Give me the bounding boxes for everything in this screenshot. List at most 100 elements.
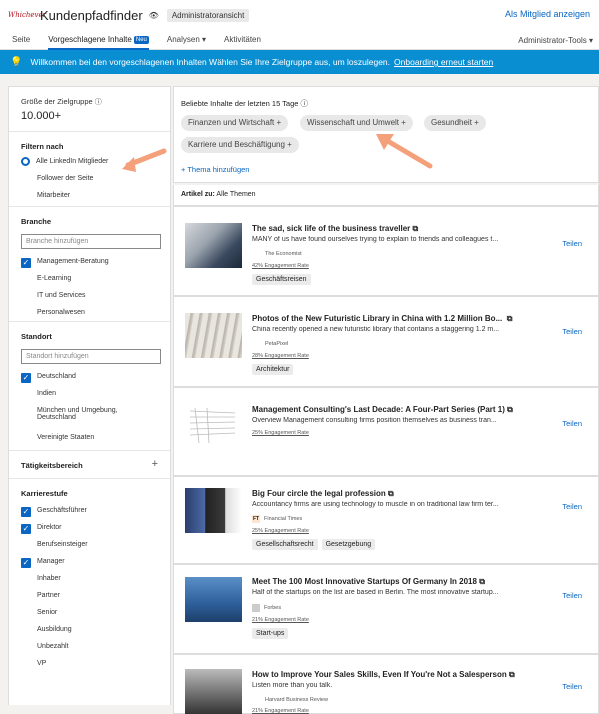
info-icon[interactable]: ⓘ (301, 99, 309, 108)
plus-icon[interactable]: + (152, 458, 158, 478)
topic-pill-career[interactable]: Karriere und Beschäftigung + (181, 137, 299, 153)
checkbox-vp[interactable]: VP (21, 657, 158, 674)
tab-analytics[interactable]: Analysen ▾ (167, 30, 206, 50)
restart-onboarding-link[interactable]: Onboarding erneut starten (394, 57, 493, 67)
article-description: China recently opened a new futuristic l… (252, 326, 500, 333)
article-description: Overview Management consulting firms pos… (252, 417, 497, 424)
engagement-rate-text: 28% Engagement Rate (252, 353, 309, 359)
checkbox-checked-icon: ✓ (21, 558, 31, 568)
external-link-icon: ⧉ (412, 224, 419, 233)
article-title[interactable]: Meet The 100 Most Innovative Startups Of… (252, 577, 485, 587)
checkbox-senior[interactable]: Senior (21, 606, 158, 623)
checkbox-partner[interactable]: Partner (21, 589, 158, 606)
article-card[interactable]: Big Four circle the legal profession ⧉ A… (173, 476, 599, 564)
branche-label: Branche (21, 217, 52, 226)
checkbox-management-beratung[interactable]: ✓ Management-Beratung (21, 255, 158, 272)
article-title-text: The sad, sick life of the business trave… (252, 224, 411, 233)
article-tag[interactable]: Geschäftsreisen (252, 274, 311, 285)
branche-input[interactable]: Branche hinzufügen (21, 234, 161, 249)
share-button[interactable]: Teilen (562, 502, 582, 511)
checkbox-direktor[interactable]: ✓ Direktor (21, 521, 158, 538)
article-tag[interactable]: Architektur (252, 364, 294, 375)
checkbox-checked-icon: ✓ (21, 258, 31, 268)
tab-activities[interactable]: Aktivitäten (224, 30, 261, 50)
new-badge: Neu (133, 35, 149, 44)
checkbox-ausbildung[interactable]: Ausbildung (21, 623, 158, 640)
standort-input[interactable]: Standort hinzufügen (21, 349, 161, 364)
engagement-rate-text: 42% Engagement Rate (252, 263, 309, 269)
external-link-icon: ⧉ (479, 577, 485, 586)
article-title[interactable]: Big Four circle the legal profession ⧉ (252, 489, 394, 499)
article-thumbnail[interactable] (185, 577, 242, 622)
source-name: Forbes (264, 605, 282, 611)
share-button[interactable]: Teilen (562, 327, 582, 336)
checkbox-usa[interactable]: Vereinigte Staaten (21, 431, 158, 448)
article-description: Half of the startups on the list are bas… (252, 589, 499, 596)
checkbox-personalwesen[interactable]: Personalwesen (21, 306, 158, 323)
checkbox-manager[interactable]: ✓ Manager (21, 555, 158, 572)
checkbox-indien[interactable]: Indien (21, 387, 158, 404)
article-tag[interactable]: Start-ups (252, 628, 289, 639)
checkbox-geschaeftsfuehrer[interactable]: ✓ Geschäftsführer (21, 504, 158, 521)
info-icon[interactable]: ⓘ (95, 99, 102, 106)
articles-for-value[interactable]: Alle Themen (216, 191, 255, 198)
topic-pill-health[interactable]: Gesundheit + (424, 115, 486, 131)
engagement-rate-text: 25% Engagement Rate (252, 528, 309, 534)
view-as-member-link[interactable]: Als Mitglied anzeigen (505, 9, 590, 19)
checkbox-unbezahlt[interactable]: Unbezahlt (21, 640, 158, 657)
checkbox-deutschland[interactable]: ✓ Deutschland (21, 370, 158, 387)
checkbox-empty-icon (21, 434, 31, 444)
admin-tools-menu[interactable]: Administrator-Tools ▾ (518, 36, 593, 45)
article-card[interactable]: Photos of the New Futuristic Library in … (173, 296, 599, 387)
checkbox-elearning[interactable]: E-Learning (21, 272, 158, 289)
checkbox-checked-icon: ✓ (21, 507, 31, 517)
checkbox-muenchen[interactable]: München und Umgebung, Deutschland (21, 404, 141, 431)
article-title[interactable]: Photos of the New Futuristic Library in … (252, 314, 512, 324)
audience-size-value: 10.000+ (21, 110, 62, 122)
tab-suggested-content[interactable]: Vorgeschlagene Inhalte Neu (48, 30, 149, 50)
article-thumbnail[interactable] (185, 403, 242, 448)
eye-icon[interactable]: 👁 (149, 11, 159, 20)
option-label: Vereinigte Staaten (37, 434, 95, 441)
checkbox-inhaber[interactable]: Inhaber (21, 572, 158, 589)
checkbox-empty-icon (21, 592, 31, 602)
article-title-text: Meet The 100 Most Innovative Startups Of… (252, 577, 477, 586)
checkbox-it-services[interactable]: IT und Services (21, 289, 158, 306)
checkbox-checked-icon: ✓ (21, 524, 31, 534)
articles-for-label: Artikel zu: (181, 191, 215, 198)
article-title[interactable]: How to Improve Your Sales Skills, Even I… (252, 670, 515, 680)
share-button[interactable]: Teilen (562, 591, 582, 600)
checkbox-berufseinsteiger[interactable]: Berufseinsteiger (21, 538, 158, 555)
article-source: The Economist (265, 251, 302, 257)
topic-pill-science[interactable]: Wissenschaft und Umwelt + (300, 115, 413, 131)
option-label: Partner (37, 592, 60, 599)
article-title[interactable]: The sad, sick life of the business trave… (252, 224, 418, 234)
article-thumbnail[interactable] (185, 488, 242, 533)
share-button[interactable]: Teilen (562, 419, 582, 428)
share-button[interactable]: Teilen (562, 682, 582, 691)
share-button[interactable]: Teilen (562, 239, 582, 248)
radio-employees[interactable]: Mitarbeiter (21, 189, 158, 206)
article-card[interactable]: Management Consulting's Last Decade: A F… (173, 387, 599, 476)
taetigkeitsbereich-section[interactable]: Tätigkeitsbereich + (9, 451, 170, 479)
article-tag[interactable]: Gesetzgebung (321, 539, 376, 550)
radio-followers[interactable]: Follower der Seite (21, 172, 158, 189)
standort-section: Standort Standort hinzufügen ✓ Deutschlan… (9, 322, 170, 451)
article-title[interactable]: Management Consulting's Last Decade: A F… (252, 405, 513, 415)
article-thumbnail[interactable] (185, 313, 242, 358)
article-thumbnail[interactable] (185, 223, 242, 268)
article-card[interactable]: The sad, sick life of the business trave… (173, 206, 599, 296)
article-card[interactable]: Meet The 100 Most Innovative Startups Of… (173, 564, 599, 654)
radio-empty-icon (21, 175, 31, 185)
admin-view-badge[interactable]: Administratoransicht (166, 8, 250, 22)
add-topic-link[interactable]: + Thema hinzufügen (181, 165, 249, 174)
tab-seite[interactable]: Seite (12, 30, 30, 50)
article-tag[interactable]: Gesellschaftsrecht (252, 539, 318, 550)
option-label: Senior (37, 609, 58, 616)
main-content: Beliebte Inhalte der letzten 15 Tage ⓘ F… (173, 86, 599, 714)
topic-pill-finance[interactable]: Finanzen und Wirtschaft + (181, 115, 289, 131)
article-thumbnail[interactable] (185, 669, 242, 714)
radio-all-members[interactable]: Alle LinkedIn Mitglieder (21, 155, 158, 172)
article-title-text: How to Improve Your Sales Skills, Even I… (252, 670, 507, 679)
article-card[interactable]: How to Improve Your Sales Skills, Even I… (173, 654, 599, 714)
